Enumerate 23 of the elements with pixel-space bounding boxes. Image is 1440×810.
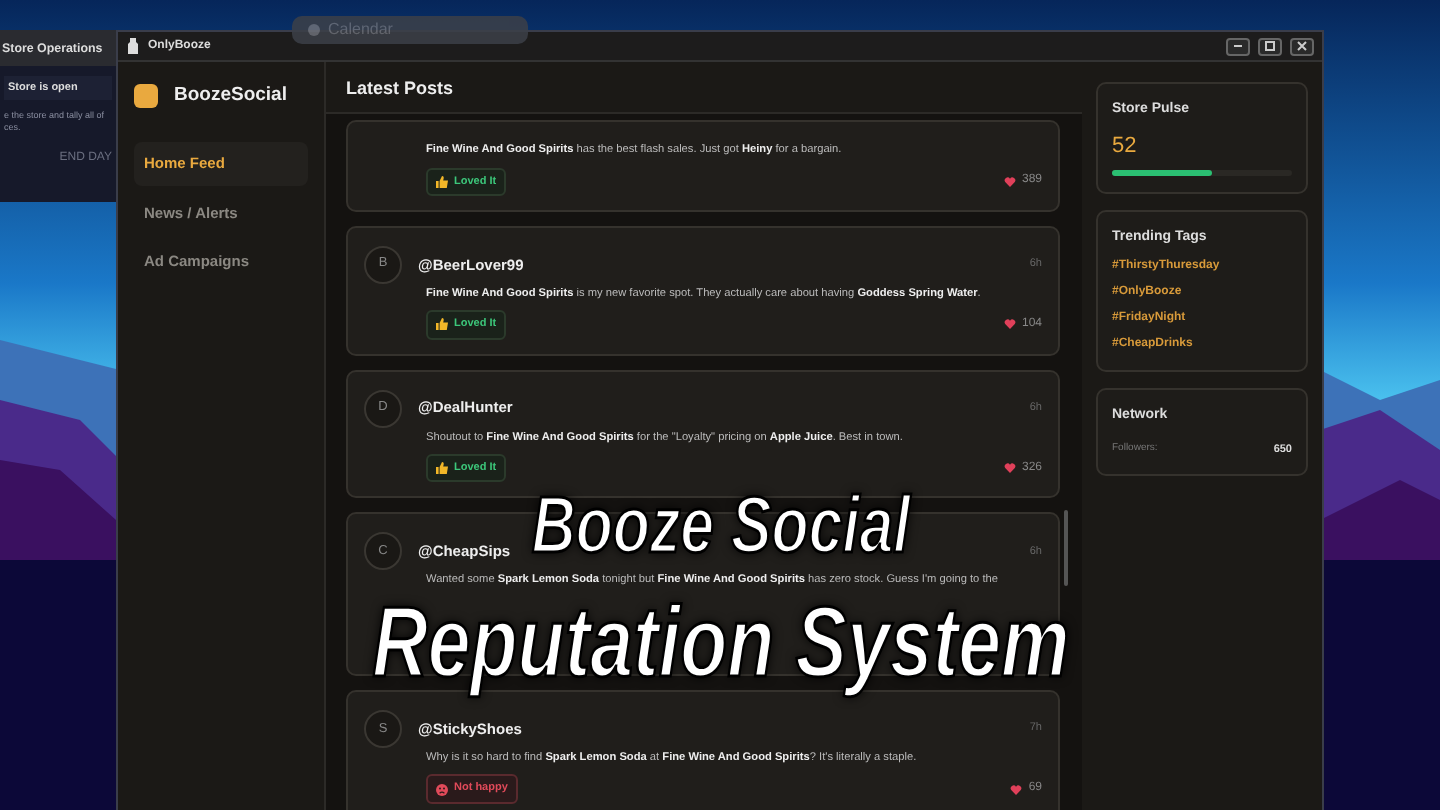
app-icon xyxy=(126,38,140,54)
heart-icon xyxy=(1003,462,1016,475)
overlay-title: Booze Social xyxy=(530,484,910,568)
scrollbar-thumb[interactable] xyxy=(1064,510,1068,586)
heart-icon xyxy=(1010,783,1023,796)
feed-title: Latest Posts xyxy=(326,62,1082,114)
logo-icon xyxy=(134,84,158,109)
calendar-icon xyxy=(308,24,320,36)
thumbs-up-icon xyxy=(436,175,448,188)
overlay-title: Reputation System xyxy=(371,592,1069,692)
maximize-button[interactable] xyxy=(1258,37,1282,55)
heart-icon xyxy=(1003,318,1016,331)
thumbs-up-icon xyxy=(436,318,448,331)
sad-face-icon xyxy=(436,783,448,796)
heart-icon xyxy=(1003,175,1016,188)
close-icon xyxy=(1296,40,1308,52)
maximize-icon xyxy=(1264,40,1276,52)
thumbs-up-icon xyxy=(436,462,448,475)
minimize-icon xyxy=(1232,40,1244,52)
pulse-value: 52 xyxy=(1112,131,1139,161)
minimize-button[interactable] xyxy=(1226,37,1250,55)
brand-name: BoozeSocial xyxy=(174,82,287,110)
close-button[interactable] xyxy=(1290,37,1314,55)
